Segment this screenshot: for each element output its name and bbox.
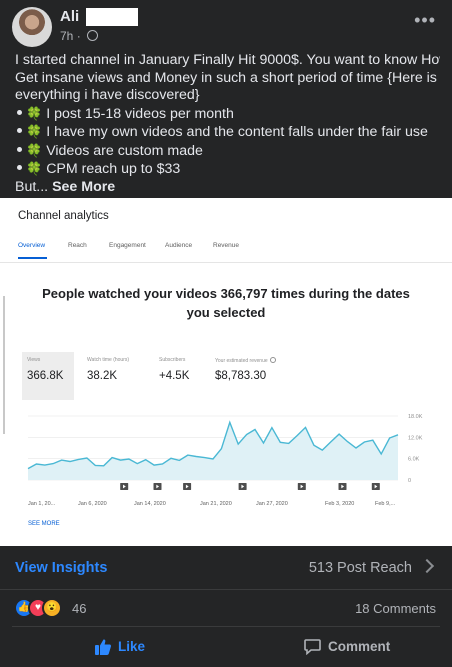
post-meta: 7h ·: [60, 29, 99, 43]
post-text-line: I started channel in January Finally Hit…: [15, 52, 440, 68]
action-bar: Like Comment: [12, 626, 440, 664]
stat-value: $8,783.30: [215, 370, 267, 382]
analytics-headline: People watched your videos 366,797 times…: [20, 284, 432, 322]
bullet-text: CPM reach up to $33: [46, 161, 181, 177]
insights-bar[interactable]: View Insights 513 Post Reach: [0, 546, 452, 590]
tab-overview[interactable]: Overview: [18, 242, 45, 249]
name-redaction: [86, 8, 138, 26]
x-tick-label: Jan 21, 2020: [200, 501, 232, 507]
post-text: I started channel in January Finally Hit…: [15, 52, 440, 196]
bullet-dot: [17, 146, 22, 152]
bullet-item: 🍀 I have my own videos and the content fa…: [15, 123, 440, 142]
info-icon[interactable]: [269, 357, 276, 363]
tail-text: But...: [15, 178, 49, 195]
y-tick-label: 18.0K: [408, 414, 423, 420]
tab-engagement[interactable]: Engagement: [109, 242, 146, 249]
comments-count[interactable]: 18 Comments: [355, 601, 436, 616]
chevron-right-icon[interactable]: [419, 558, 435, 574]
tab-audience[interactable]: Audience: [165, 242, 192, 249]
stat-value: +4.5K: [159, 370, 190, 382]
bullet-text: I post 15-18 videos per month: [46, 105, 234, 122]
wow-reaction-icon: 😮: [42, 598, 62, 618]
analytics-screenshot[interactable]: Channel analytics Overview Reach Engagem…: [0, 198, 452, 546]
stat-revenue[interactable]: Your estimated revenue $8,783.30: [210, 352, 300, 400]
like-button[interactable]: Like: [12, 627, 226, 665]
clover-icon: 🍀: [26, 161, 43, 176]
post-text-line: Get insane views and Money in such a sho…: [15, 69, 437, 86]
post-tail: But... See More: [15, 179, 440, 197]
globe-icon: [87, 30, 99, 41]
tab-reach[interactable]: Reach: [68, 242, 87, 249]
headline-line: People watched your videos 366,797 times…: [42, 286, 410, 301]
see-more-link[interactable]: See More: [52, 179, 115, 195]
x-tick-label: Jan 14, 2020: [134, 501, 166, 507]
stat-label: Views: [27, 357, 41, 363]
tabs-divider: [0, 262, 452, 263]
thumbs-up-icon: [95, 639, 112, 655]
headline-line: you selected: [186, 305, 266, 320]
author-avatar[interactable]: [12, 7, 52, 47]
more-options-icon[interactable]: •••: [414, 10, 436, 31]
stat-views[interactable]: Views 366.8K: [22, 352, 74, 400]
post-text-line: everything i have discovered}: [15, 87, 200, 103]
bullet-item: 🍀 CPM reach up to $33: [15, 160, 440, 179]
like-label: Like: [118, 639, 146, 654]
x-tick-label: Feb 3, 2020: [325, 501, 354, 507]
comment-bubble-icon: [304, 639, 321, 655]
stat-watch-time[interactable]: Watch time (hours) 38.2K: [82, 352, 142, 400]
post-reach-count[interactable]: 513 Post Reach: [309, 560, 412, 576]
series-area: [28, 422, 398, 480]
y-tick-label: 6.0K: [408, 457, 420, 463]
bullet-dot: [17, 128, 22, 133]
stat-label-text: Your estimated revenue: [215, 358, 268, 364]
bullet-dot: [17, 165, 22, 170]
active-tab-indicator: [18, 257, 47, 259]
y-tick-label: 0: [408, 478, 411, 484]
bullet-text: Videos are custom made: [46, 142, 203, 159]
facebook-post: Ali 7h · ••• I started channel in Januar…: [0, 0, 452, 667]
bullet-text: I have my own videos and the content fal…: [46, 124, 428, 140]
analytics-title: Channel analytics: [18, 210, 109, 222]
bullet-dot: [17, 109, 22, 115]
clover-icon: 🍀: [26, 105, 43, 121]
stat-value: 38.2K: [87, 370, 118, 382]
post-header: Ali 7h · •••: [12, 6, 440, 47]
tab-revenue[interactable]: Revenue: [213, 242, 239, 249]
stat-value: 366.8K: [27, 370, 64, 382]
reaction-count[interactable]: 46: [72, 601, 86, 616]
x-tick-label: Jan 27, 2020: [256, 501, 288, 507]
analytics-see-more[interactable]: SEE MORE: [28, 521, 60, 527]
bullet-item: 🍀 I post 15-18 videos per month: [15, 105, 440, 124]
x-tick-label: Feb 9,...: [375, 501, 396, 507]
stat-label: Subscribers: [159, 357, 186, 363]
stat-subscribers[interactable]: Subscribers +4.5K: [154, 352, 204, 400]
bullet-item: 🍀 Videos are custom made: [15, 142, 440, 161]
comment-button[interactable]: Comment: [226, 627, 440, 665]
x-tick-label: Jan 6, 2020: [78, 501, 107, 507]
view-insights-link[interactable]: View Insights: [15, 560, 107, 576]
y-tick-label: 12.0K: [408, 435, 423, 441]
clover-icon: 🍀: [26, 142, 43, 158]
views-chart[interactable]: 18.0K 12.0K 6.0K 0 Jan 1, 20... Jan 6, 2020 Ja…: [0, 408, 452, 518]
author-name[interactable]: Ali: [60, 8, 79, 25]
post-time[interactable]: 7h: [60, 29, 73, 43]
clover-icon: 🍀: [26, 124, 43, 139]
comment-label: Comment: [328, 639, 391, 654]
stat-label: Watch time (hours): [87, 357, 130, 363]
stat-label: Your estimated revenue: [215, 357, 276, 364]
x-tick-label: Jan 1, 20...: [28, 501, 56, 507]
